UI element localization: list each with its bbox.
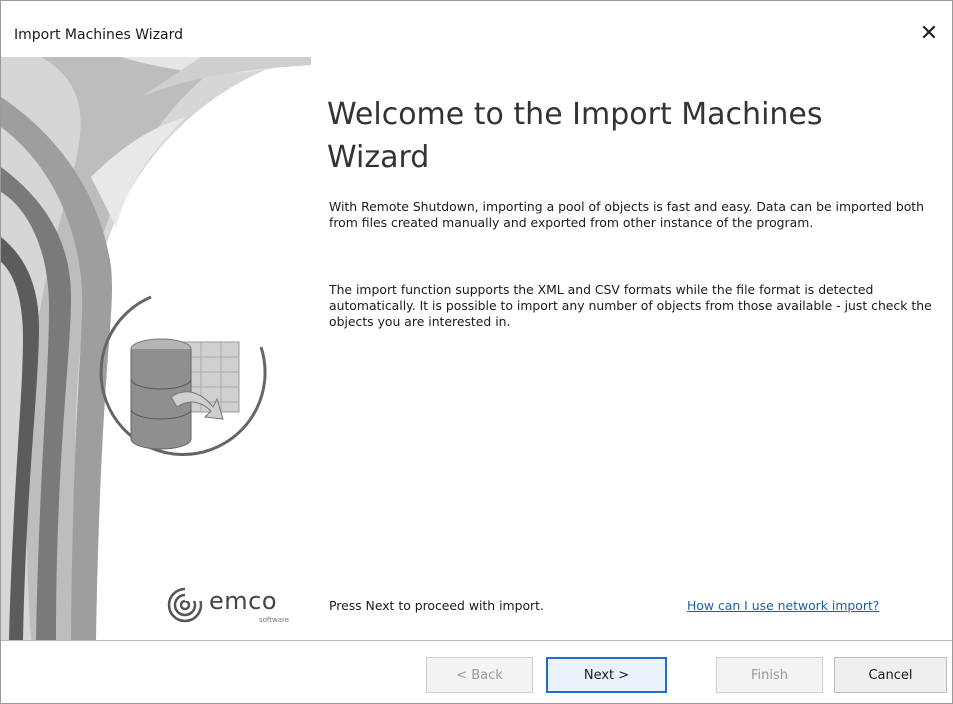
- network-import-help-link[interactable]: How can I use network import?: [687, 598, 879, 613]
- swoosh-graphic: [1, 57, 311, 640]
- formats-paragraph: The import function supports the XML and…: [329, 282, 932, 329]
- close-icon: ✕: [919, 20, 939, 46]
- import-wizard-window: Import Machines Wizard ✕ Welcome to the …: [0, 0, 953, 704]
- emco-logo: emco software: [161, 585, 291, 625]
- close-button[interactable]: ✕: [906, 13, 952, 53]
- intro-paragraph: With Remote Shutdown, importing a pool o…: [329, 199, 925, 230]
- next-button[interactable]: Next >: [546, 657, 667, 693]
- button-bar: < Back Next > Finish Cancel: [1, 641, 952, 703]
- back-button[interactable]: < Back: [426, 657, 533, 693]
- proceed-instruction: Press Next to proceed with import.: [329, 598, 544, 613]
- logo-subtitle: software: [259, 616, 290, 624]
- cancel-button[interactable]: Cancel: [834, 657, 947, 693]
- decorative-side-art: [1, 57, 311, 640]
- finish-button[interactable]: Finish: [716, 657, 823, 693]
- window-title: Import Machines Wizard: [14, 27, 184, 43]
- wizard-content: Welcome to the Import Machines Wizard Wi…: [1, 57, 952, 640]
- logo-name: emco: [209, 587, 278, 615]
- title-bar: Import Machines Wizard ✕: [1, 1, 952, 57]
- welcome-heading: Welcome to the Import Machines Wizard: [327, 97, 823, 175]
- emco-logo-icon: [167, 587, 203, 623]
